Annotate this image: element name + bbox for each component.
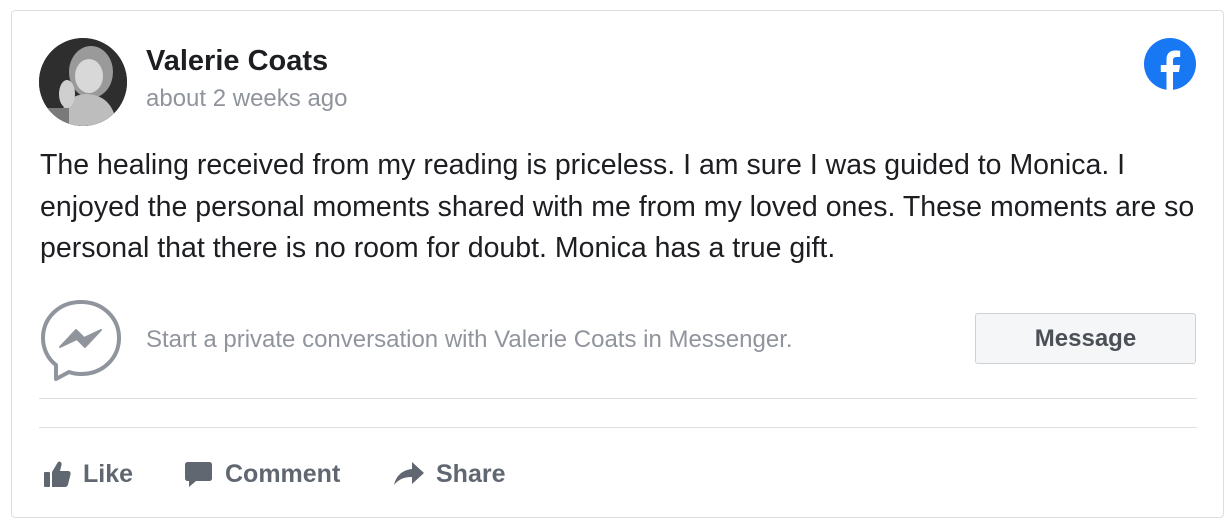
comment-bubble-icon (185, 461, 212, 487)
like-label: Like (83, 459, 134, 488)
share-label: Share (436, 459, 506, 488)
share-arrow-icon (394, 462, 424, 485)
facebook-icon[interactable] (1144, 38, 1196, 90)
message-button[interactable]: Message (975, 313, 1196, 364)
messenger-prompt: Start a private conversation with Valeri… (146, 326, 793, 353)
comment-label: Comment (225, 459, 341, 488)
facebook-post-card: Valerie Coats about 2 weeks ago The heal… (11, 10, 1224, 518)
post-text: The healing received from my reading is … (40, 149, 1195, 264)
comment-button[interactable]: Comment (184, 457, 340, 491)
divider (39, 427, 1197, 428)
author-name[interactable]: Valerie Coats (146, 45, 328, 78)
thumbs-up-icon (44, 461, 71, 487)
avatar[interactable] (39, 38, 127, 126)
share-button[interactable]: Share (394, 457, 505, 491)
like-button[interactable]: Like (44, 457, 133, 491)
post-timestamp[interactable]: about 2 weeks ago (146, 85, 347, 113)
divider (39, 398, 1197, 399)
messenger-icon (41, 300, 121, 381)
